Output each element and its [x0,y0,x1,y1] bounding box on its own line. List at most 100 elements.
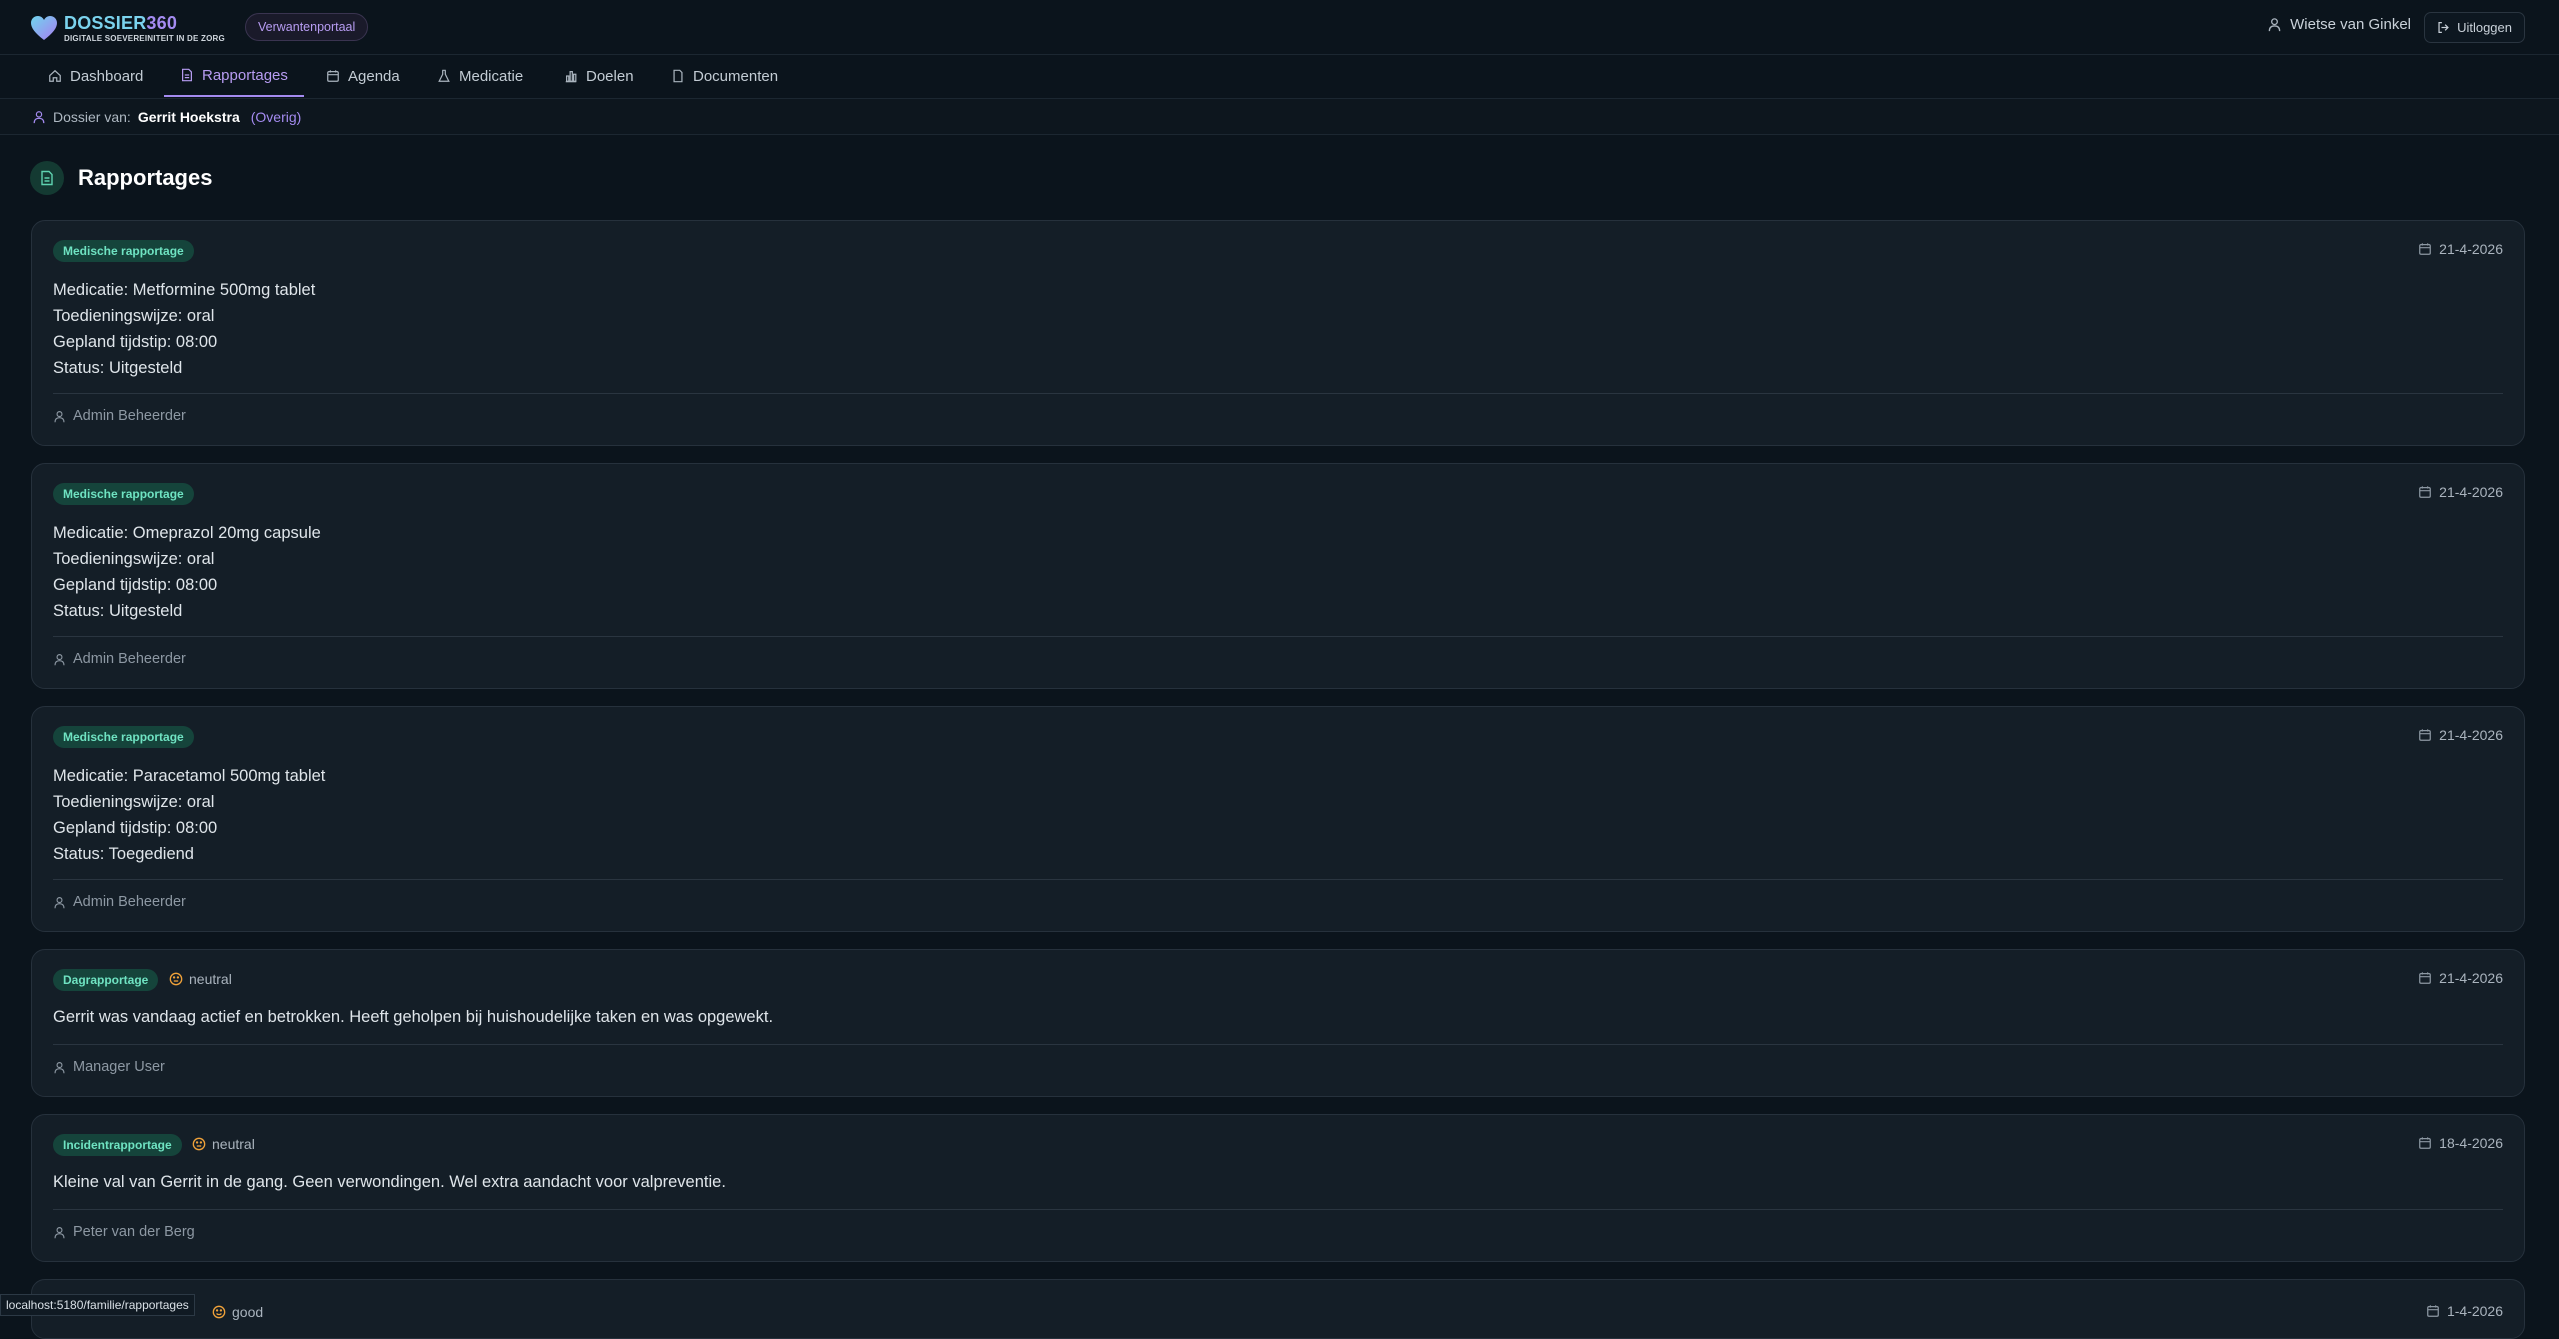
report-mood-text: neutral [189,971,232,987]
tab-dashboard[interactable]: Dashboard [32,55,159,97]
report-line: Status: Toegediend [53,845,194,863]
report-date-text: 1-4-2026 [2446,1303,2503,1319]
user-icon [33,110,45,123]
report-author: Peter van der Berg [53,1224,195,1240]
tab-agenda[interactable]: Agenda [310,55,416,97]
dossier-client-name: Gerrit Hoekstra [137,108,240,125]
calendar-icon [2419,729,2432,741]
calendar-icon [2419,243,2432,255]
report-date-text: 21-4-2026 [2439,970,2503,986]
report-line: Toedieningswijze: oral [53,793,215,811]
report-body: Kleine val van Gerrit in de gang. Geen v… [53,1173,726,1191]
report-author-name: Admin Beheerder [73,651,186,667]
card-divider [53,636,2503,637]
document-icon [182,68,192,82]
report-author: Admin Beheerder [53,651,186,667]
report-type-badge: Medische rapportage [53,483,194,505]
report-mood: good [212,1304,263,1320]
current-user: Wietse van Ginkel [2267,16,2411,33]
report-mood-text: good [232,1304,264,1320]
home-icon [49,69,61,82]
report-type-badge: Dagrapportage [53,969,159,991]
tab-label: Agenda [348,67,400,85]
tab-label: Medicatie [459,67,524,85]
report-line: Status: Uitgesteld [53,359,183,377]
report-line: Gepland tijdstip: 08:00 [53,819,218,837]
report-date: 21-4-2026 [2418,970,2503,986]
tab-label: Documenten [693,67,779,85]
user-icon [54,653,65,665]
report-type-badge: Medische rapportage [53,240,194,262]
report-date-text: 21-4-2026 [2439,727,2503,743]
calendar-icon [2419,972,2432,984]
report-body: Gerrit was vandaag actief en betrokken. … [53,1008,774,1026]
document-icon [41,170,53,186]
logout-button[interactable]: Uitloggen [2424,12,2525,43]
tab-label: Rapportages [202,66,288,84]
user-name: Wietse van Ginkel [2290,16,2411,33]
user-icon [54,896,65,908]
report-author: Admin Beheerder [53,408,186,424]
report-card[interactable]: Medische rapportage 21-4-2026 Medicatie:… [31,706,2525,932]
file-icon [673,69,683,83]
report-line: Gepland tijdstip: 08:00 [53,576,218,594]
report-line: Status: Uitgesteld [53,602,183,620]
report-date: 21-4-2026 [2418,241,2503,257]
report-type-badge: Incidentrapportage [53,1134,182,1156]
report-mood-text: neutral [212,1136,255,1152]
brand-tagline: DIGITALE SOEVEREINITEIT IN DE ZORG [64,33,225,43]
tab-doelen[interactable]: Doelen [548,55,650,97]
brand-name: DOSSIER360 [64,12,178,33]
face-neutral-icon [169,972,183,986]
top-bar: DOSSIER360 DIGITALE SOEVEREINITEIT IN DE… [0,0,2559,55]
report-body: Medicatie: Metformine 500mg tablet Toedi… [53,277,315,381]
report-mood: neutral [192,1136,255,1152]
calendar-icon [2419,486,2432,498]
report-author-name: Manager User [73,1059,165,1075]
calendar-icon [327,70,339,82]
report-date-text: 21-4-2026 [2439,484,2503,500]
dossier-category: (Overig) [250,108,302,125]
report-date: 21-4-2026 [2418,484,2503,500]
report-line: Toedieningswijze: oral [53,307,215,325]
report-author: Manager User [53,1059,165,1075]
page-title: Rapportages [78,165,213,190]
bar-chart-icon [565,71,577,83]
portal-badge: Verwantenportaal [245,13,369,41]
logo[interactable]: DOSSIER360 DIGITALE SOEVEREINITEIT IN DE… [30,12,225,44]
report-card[interactable]: Incidentrapportage neutral 18-4-2026 Kle… [31,1114,2525,1262]
report-date: 1-4-2026 [2426,1303,2503,1319]
report-card[interactable]: Medische rapportage 21-4-2026 Medicatie:… [31,220,2525,446]
report-body: Medicatie: Paracetamol 500mg tablet Toed… [53,763,325,867]
card-divider [53,1209,2503,1210]
dossier-bar: Dossier van: Gerrit Hoekstra (Overig) [0,99,2559,135]
tab-medicatie[interactable]: Medicatie [421,55,539,97]
main-nav: Dashboard Rapportages Agenda Medicatie D… [0,55,2559,99]
logout-label: Uitloggen [2457,20,2512,35]
dossier-prefix: Dossier van: [53,108,131,125]
flask-icon [438,69,450,82]
tab-label: Dashboard [70,67,144,85]
card-divider [53,393,2503,394]
report-line: Gepland tijdstip: 08:00 [53,333,218,351]
tab-documenten[interactable]: Documenten [655,55,794,97]
tab-label: Doelen [586,67,634,85]
heart-logo-icon [31,16,57,40]
status-bar-url: localhost:5180/familie/rapportages [0,1294,195,1316]
report-date-text: 18-4-2026 [2439,1135,2503,1151]
report-card[interactable]: good 1-4-2026 [31,1279,2525,1339]
report-card[interactable]: Dagrapportage neutral 21-4-2026 Gerrit w… [31,949,2525,1097]
report-type-badge: Medische rapportage [53,726,194,748]
report-card[interactable]: Medische rapportage 21-4-2026 Medicatie:… [31,463,2525,689]
tab-rapportages[interactable]: Rapportages [164,55,304,97]
report-line: Medicatie: Omeprazol 20mg capsule [53,524,321,542]
report-author: Admin Beheerder [53,894,186,910]
user-icon [54,410,65,422]
user-icon [54,1061,65,1073]
report-mood: neutral [169,971,232,987]
face-smile-icon [212,1305,226,1319]
page-heading-icon-wrap [30,161,64,195]
report-author-name: Admin Beheerder [73,408,186,424]
page-heading: Rapportages [30,161,212,195]
user-icon [54,1226,65,1238]
